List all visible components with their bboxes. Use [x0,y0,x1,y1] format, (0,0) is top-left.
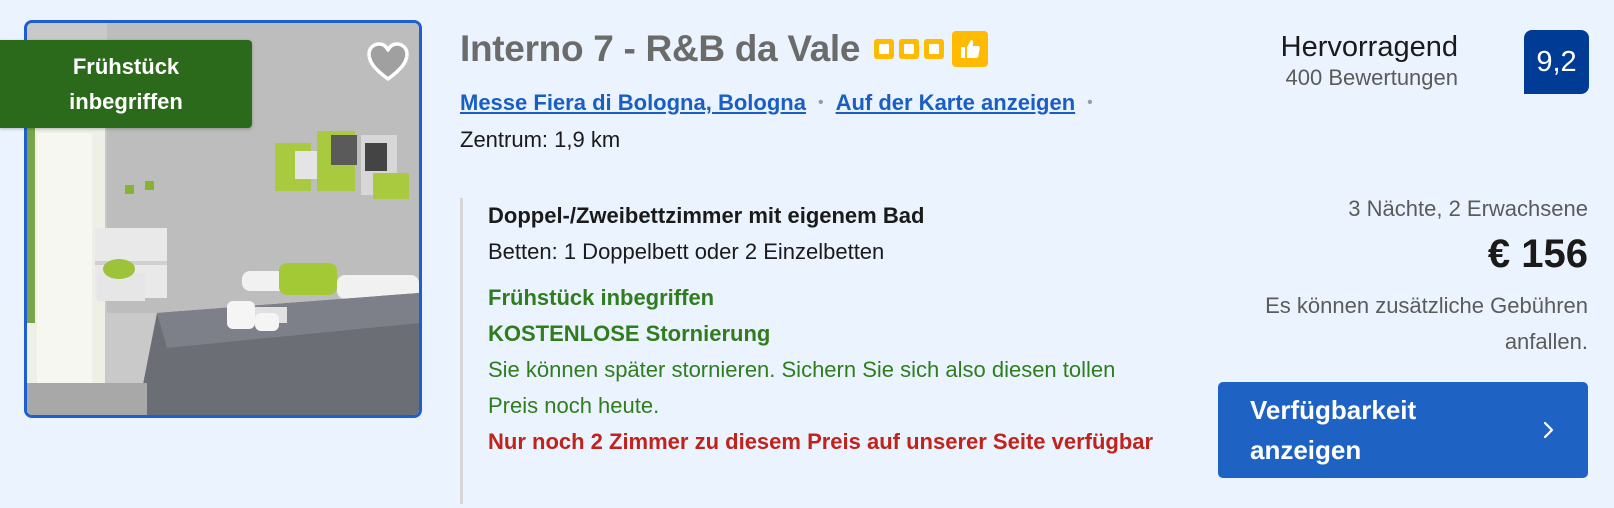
room-name: Doppel-/Zweibettzimmer mit eigenem Bad [488,203,925,228]
thumbs-up-icon[interactable] [952,31,989,67]
chevron-right-icon [1543,421,1554,439]
hotel-name[interactable]: Interno 7 - R&B da Vale [460,28,861,70]
star-rating [874,39,945,59]
free-cancellation: KOSTENLOSE Stornierung [488,321,771,346]
location-row: Messe Fiera di Bologna, Bologna • Auf de… [460,90,1105,116]
review-score-badge[interactable]: 9,2 [1524,30,1589,94]
stay-details: 3 Nächte, 2 Erwachsene [1348,196,1588,221]
cancellation-note: Sie können später stornieren. Sichern Si… [488,357,1116,418]
bed-info: Betten: 1 Doppelbett oder 2 Einzelbetten [488,239,885,264]
review-label: Hervorragend [1280,31,1458,63]
scarcity-message: Nur noch 2 Zimmer zu diesem Preis auf un… [488,429,1154,454]
separator-dot: • [817,94,824,111]
fees-note: Es können zusätzliche Gebühren anfallen. [1265,293,1588,354]
breakfast-included-badge: Frühstück inbegriffen [0,40,252,128]
distance-to-center: Zentrum: 1,9 km [460,127,621,152]
heart-icon [367,42,409,81]
area-link[interactable]: Messe Fiera di Bologna, Bologna [460,90,806,116]
show-availability-button[interactable]: Verfügbarkeit anzeigen [1218,382,1588,478]
title-row: Interno 7 - R&B da Vale [460,28,989,70]
review-count: 400 Bewertungen [1285,65,1458,90]
room-details: Doppel-/Zweibettzimmer mit eigenem Bad B… [460,198,1169,504]
property-card: Frühstück inbegriffen Interno 7 - R&B da… [0,0,1614,508]
price: € 156 [1487,232,1588,276]
favorite-button[interactable] [362,36,414,88]
star-icon [874,39,895,59]
show-on-map-link[interactable]: Auf der Karte anzeigen [836,90,1076,116]
star-icon [924,39,945,59]
button-label: Verfügbarkeit anzeigen [1250,395,1417,465]
review-summary[interactable]: Hervorragend 400 Bewertungen [1281,30,1458,92]
breakfast-info: Frühstück inbegriffen [488,285,715,310]
badge-label: Frühstück inbegriffen [69,54,183,114]
star-icon [899,39,920,59]
separator-dot: • [1087,94,1093,111]
